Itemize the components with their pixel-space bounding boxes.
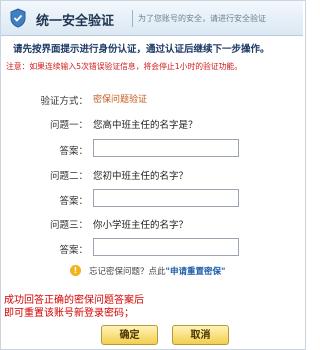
question-3-text: 你小学班主任的名字？ (93, 220, 189, 231)
verify-method-label: 验证方式： (40, 96, 88, 107)
caption-line-2: 即可重置该账号新登录密码； (4, 308, 134, 319)
instruction-text: 请先按界面提示进行身份认证，通过认证后继续下一步操作。 (13, 44, 270, 55)
answer-2-input[interactable] (93, 189, 239, 207)
header-divider (132, 10, 133, 27)
dialog-subtitle: 为了您账号的安全，请进行安全验证 (138, 14, 266, 23)
question-3-label: 问题三： (49, 220, 88, 231)
shield-icon (10, 8, 26, 28)
answer-3-label: 答案： (59, 245, 88, 256)
confirm-button[interactable]: 确定 (101, 325, 158, 345)
question-1-text: 您高中班主任的名字是？ (93, 120, 198, 131)
answer-3-input[interactable] (93, 238, 239, 256)
verify-method-value[interactable]: 密保问题验证 (93, 92, 147, 105)
question-2-label: 问题二： (49, 171, 88, 182)
warning-text: 注意：如果连续输入5次错误验证信息，将会停止1小时的验证功能。 (6, 62, 243, 71)
answer-1-input[interactable] (93, 139, 239, 157)
question-1-label: 问题一： (49, 120, 88, 131)
reset-security-link[interactable]: "申请重置密保" (166, 267, 226, 277)
forgot-hint-text: 忘记密保问题？点此 (89, 267, 166, 277)
answer-1-label: 答案： (59, 146, 88, 157)
cancel-button[interactable]: 取消 (172, 325, 229, 345)
forgot-hint: 忘记密保问题？点此"申请重置密保" (89, 265, 225, 277)
dialog-header: 统一安全验证 为了您账号的安全，请进行安全验证 (1, 1, 303, 36)
question-2-text: 您初中班主任的名字？ (93, 171, 189, 182)
info-icon: ! (70, 265, 81, 276)
dialog-title: 统一安全验证 (36, 14, 115, 29)
answer-2-label: 答案： (59, 196, 88, 207)
